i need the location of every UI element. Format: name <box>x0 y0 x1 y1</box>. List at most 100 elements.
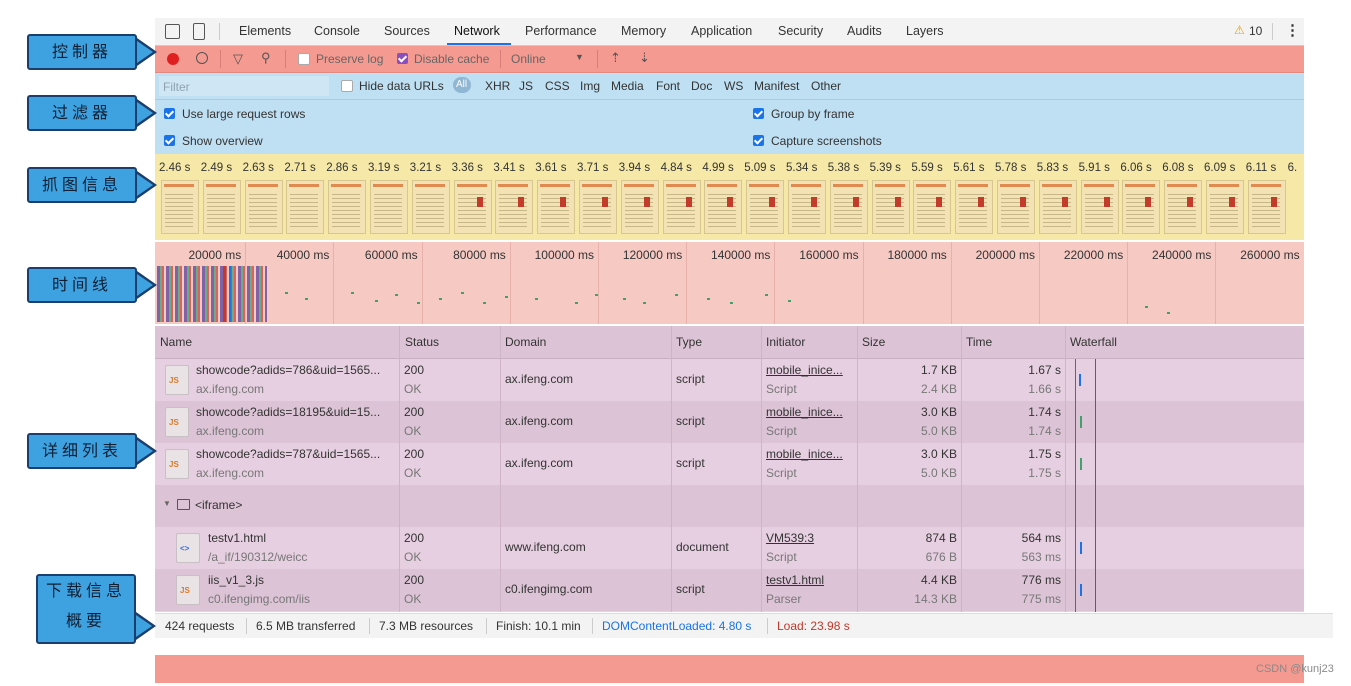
col-type[interactable]: Type <box>676 335 702 349</box>
initiator-link[interactable]: testv1.html <box>766 573 824 587</box>
domain: ax.ifeng.com <box>505 456 574 470</box>
preserve-log-checkbox[interactable] <box>298 53 310 65</box>
domain: ax.ifeng.com <box>505 414 574 428</box>
type-js[interactable]: JS <box>519 79 533 93</box>
export-har-icon[interactable]: ⇣ <box>639 50 650 66</box>
screenshot-thumbnail[interactable] <box>202 180 241 234</box>
screenshot-thumbnail[interactable] <box>620 180 659 234</box>
col-time[interactable]: Time <box>966 335 992 349</box>
tab-layers[interactable]: Layers <box>906 24 944 38</box>
initiator-link[interactable]: VM539:3 <box>766 531 814 545</box>
type-manifest[interactable]: Manifest <box>754 79 799 93</box>
type-ws[interactable]: WS <box>724 79 743 93</box>
devtools-panel: Elements Console Sources Network Perform… <box>155 18 1304 612</box>
screenshot-thumbnail[interactable] <box>662 180 701 234</box>
screenshot-thumbnail[interactable] <box>411 180 450 234</box>
screenshot-thumbnail[interactable] <box>997 180 1035 234</box>
table-row[interactable]: JS iis_v1_3.js c0.ifengimg.com/iis 200 O… <box>155 569 1304 611</box>
chevron-down-icon[interactable]: ▼ <box>575 52 584 62</box>
filter-input[interactable]: Filter <box>163 80 190 94</box>
tab-console[interactable]: Console <box>314 24 360 38</box>
col-initiator[interactable]: Initiator <box>766 335 805 349</box>
search-icon[interactable]: ⚲ <box>261 50 271 66</box>
screenshot-thumbnail[interactable] <box>537 180 576 234</box>
initiator-link[interactable]: mobile_inice... <box>766 405 843 419</box>
clear-icon[interactable] <box>196 52 208 64</box>
screenshot-thumbnail[interactable] <box>579 180 617 234</box>
tab-performance[interactable]: Performance <box>525 24 597 38</box>
screenshot-thumbnail[interactable] <box>495 180 534 234</box>
tab-sources[interactable]: Sources <box>384 24 430 38</box>
screenshot-strip[interactable]: 2.46 s 2.49 s 2.63 s 2.71 s 2.86 s 3.19 s 3.21… <box>155 154 1304 240</box>
type-font[interactable]: Font <box>656 79 680 93</box>
thumbnail-content <box>206 191 235 227</box>
screenshot-thumbnail[interactable] <box>453 180 492 234</box>
screenshot-thumbnail[interactable] <box>1038 180 1077 234</box>
more-options-icon[interactable]: ⋮ <box>1285 21 1300 39</box>
filter-icon[interactable]: ▽ <box>233 51 243 67</box>
import-har-icon[interactable]: ⇡ <box>610 50 621 66</box>
screenshot-thumbnail[interactable] <box>370 180 408 234</box>
type-other[interactable]: Other <box>811 79 841 93</box>
col-size[interactable]: Size <box>862 335 885 349</box>
timeline-overview[interactable]: 20000 ms 40000 ms 60000 ms 80000 ms 100000 m… <box>155 242 1304 324</box>
screenshot-thumbnail[interactable] <box>161 180 199 234</box>
tab-memory[interactable]: Memory <box>621 24 666 38</box>
capture-time-label: 3.21 s <box>409 162 442 174</box>
type-doc[interactable]: Doc <box>691 79 712 93</box>
screenshot-thumbnail[interactable] <box>1164 180 1203 234</box>
show-overview-checkbox[interactable] <box>164 135 175 146</box>
screenshot-thumbnail[interactable] <box>746 180 785 234</box>
record-icon[interactable] <box>167 53 179 65</box>
col-status[interactable]: Status <box>405 335 439 349</box>
disable-cache-checkbox[interactable] <box>397 53 408 64</box>
initiator-link[interactable]: mobile_inice... <box>766 447 843 461</box>
group-by-frame-checkbox[interactable] <box>753 108 764 119</box>
type-all[interactable]: All <box>456 79 467 90</box>
screenshot-thumbnail[interactable] <box>871 180 910 234</box>
type-css[interactable]: CSS <box>545 79 570 93</box>
tab-application[interactable]: Application <box>691 24 752 38</box>
col-waterfall[interactable]: Waterfall <box>1070 335 1117 349</box>
tab-security[interactable]: Security <box>778 24 823 38</box>
warning-icon[interactable]: ⚠ <box>1234 23 1245 37</box>
screenshot-thumbnail[interactable] <box>913 180 952 234</box>
frame-group-row[interactable]: ▼ <iframe> <box>155 485 1304 527</box>
callout-summary-line1: 下载信息 <box>45 581 126 600</box>
screenshot-thumbnail[interactable] <box>1206 180 1244 234</box>
screenshot-thumbnail[interactable] <box>829 180 868 234</box>
initiator-link[interactable]: mobile_inice... <box>766 363 843 377</box>
screenshot-thumbnail[interactable] <box>328 180 367 234</box>
table-row[interactable]: JS showcode?adids=787&uid=1565... ax.ife… <box>155 443 1304 485</box>
thumbnail-content <box>205 184 236 187</box>
table-row[interactable]: JS showcode?adids=786&uid=1565... ax.ife… <box>155 359 1304 401</box>
timeline-request-dot <box>765 294 768 296</box>
warning-count[interactable]: 10 <box>1249 24 1262 38</box>
type-media[interactable]: Media <box>611 79 644 93</box>
filter-input-box[interactable]: Filter <box>159 76 329 96</box>
table-row[interactable]: JS showcode?adids=18195&uid=15... ax.ife… <box>155 401 1304 443</box>
col-domain[interactable]: Domain <box>505 335 546 349</box>
capture-screenshots-checkbox[interactable] <box>753 135 764 146</box>
expand-triangle-icon[interactable]: ▼ <box>163 499 171 508</box>
screenshot-thumbnail[interactable] <box>704 180 743 234</box>
screenshot-thumbnail[interactable] <box>244 180 283 234</box>
tab-elements[interactable]: Elements <box>239 24 291 38</box>
screenshot-thumbnail[interactable] <box>1247 180 1286 234</box>
large-rows-checkbox[interactable] <box>164 108 175 119</box>
tab-network[interactable]: Network <box>454 24 500 38</box>
col-name[interactable]: Name <box>160 335 192 349</box>
type-xhr[interactable]: XHR <box>485 79 510 93</box>
screenshot-thumbnail[interactable] <box>286 180 325 234</box>
screenshot-thumbnail[interactable] <box>1080 180 1119 234</box>
table-row[interactable]: <> testv1.html /a_if/190312/weicc 200 OK… <box>155 527 1304 569</box>
tab-audits[interactable]: Audits <box>847 24 882 38</box>
throttling-select[interactable]: Online <box>511 52 546 66</box>
screenshot-thumbnail[interactable] <box>1122 180 1161 234</box>
hide-data-urls-checkbox[interactable] <box>341 80 353 92</box>
device-toolbar-icon[interactable] <box>193 23 205 40</box>
screenshot-thumbnail[interactable] <box>955 180 994 234</box>
screenshot-thumbnail[interactable] <box>788 180 826 234</box>
type-img[interactable]: Img <box>580 79 600 93</box>
inspect-element-icon[interactable] <box>165 24 180 39</box>
